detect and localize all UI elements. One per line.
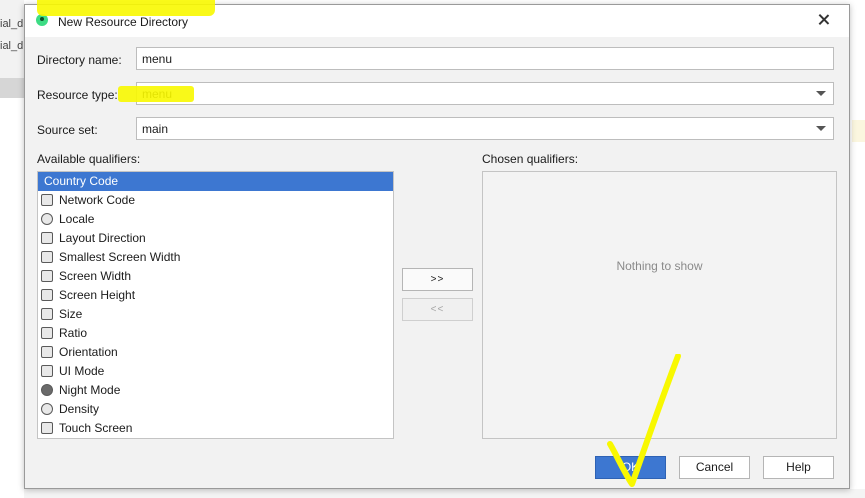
qualifier-item[interactable]: Screen Width <box>38 267 393 286</box>
source-set-value: main <box>142 122 169 136</box>
chevron-down-icon <box>816 126 826 131</box>
close-icon[interactable] <box>815 11 833 29</box>
qualifier-item[interactable]: Country Code <box>38 172 393 191</box>
qualifier-label: UI Mode <box>59 364 105 378</box>
qualifier-label: Ratio <box>59 326 88 340</box>
available-qualifiers-label: Available qualifiers: <box>37 152 141 166</box>
qualifier-label: Orientation <box>59 345 118 359</box>
dialog-title-bar: New Resource Directory <box>25 5 849 37</box>
available-qualifiers-list[interactable]: Country Code Network Code Locale Layout Dir… <box>37 171 394 439</box>
qualifier-label: Smallest Screen Width <box>59 250 181 264</box>
qualifier-label: Touch Screen <box>59 421 133 435</box>
screen-height-icon <box>41 289 53 301</box>
help-button[interactable]: Help <box>763 456 834 479</box>
qualifier-label: Density <box>59 402 100 416</box>
smallest-width-icon <box>41 251 53 263</box>
qualifier-item[interactable]: Smallest Screen Width <box>38 248 393 267</box>
qualifier-label: Screen Height <box>59 288 136 302</box>
globe-icon <box>41 213 53 225</box>
orientation-icon <box>41 346 53 358</box>
density-icon <box>41 403 53 415</box>
qualifier-item[interactable]: Ratio <box>38 324 393 343</box>
network-code-icon <box>41 194 53 206</box>
qualifier-item[interactable]: Layout Direction <box>38 229 393 248</box>
qualifier-item[interactable]: UI Mode <box>38 362 393 381</box>
qualifier-item[interactable]: Orientation <box>38 343 393 362</box>
chosen-qualifiers-list[interactable]: Nothing to show <box>482 171 837 439</box>
qualifier-label: Size <box>59 307 83 321</box>
resource-type-label: Resource type: <box>37 88 118 102</box>
background-editor-sidebar: ial_d ial_d <box>0 0 24 78</box>
empty-state-text: Nothing to show <box>616 259 703 273</box>
source-set-label: Source set: <box>37 123 98 137</box>
qualifier-item[interactable]: Network Code <box>38 191 393 210</box>
resource-type-dropdown[interactable]: menu <box>136 82 834 105</box>
qualifier-item[interactable]: Size <box>38 305 393 324</box>
qualifier-label: Network Code <box>59 193 136 207</box>
source-set-dropdown[interactable]: main <box>136 117 834 140</box>
qualifier-label: Country Code <box>44 174 119 188</box>
screen-width-icon <box>41 270 53 282</box>
dialog-title: New Resource Directory <box>58 15 189 29</box>
directory-name-field[interactable]: menu <box>136 47 834 70</box>
qualifier-label: Locale <box>59 212 95 226</box>
size-icon <box>41 308 53 320</box>
chosen-qualifiers-label: Chosen qualifiers: <box>482 152 579 166</box>
background-highlight <box>852 120 865 142</box>
background-editor-strip <box>24 489 865 498</box>
chevron-down-icon <box>816 91 826 96</box>
ratio-icon <box>41 327 53 339</box>
directory-name-value: menu <box>142 52 173 66</box>
add-qualifier-button[interactable]: >> <box>402 268 473 291</box>
qualifier-item[interactable]: Density <box>38 400 393 419</box>
layout-direction-icon <box>41 232 53 244</box>
ui-mode-icon <box>41 365 53 377</box>
directory-name-label: Directory name: <box>37 53 122 67</box>
remove-qualifier-button[interactable]: << <box>402 298 473 321</box>
android-studio-icon <box>36 14 48 26</box>
qualifier-label: Night Mode <box>59 383 121 397</box>
qualifier-item[interactable]: Night Mode <box>38 381 393 400</box>
background-file-fragment: ial_d <box>0 40 24 52</box>
qualifier-item[interactable]: Locale <box>38 210 393 229</box>
night-mode-icon <box>41 384 53 396</box>
qualifier-label: Screen Width <box>59 269 132 283</box>
qualifier-item[interactable]: Touch Screen <box>38 419 393 438</box>
resource-type-value: menu <box>142 87 173 101</box>
cancel-button[interactable]: Cancel <box>679 456 750 479</box>
new-resource-directory-dialog: New Resource Directory Directory name: m… <box>24 4 850 489</box>
background-bar <box>0 78 24 98</box>
ok-button[interactable]: OK <box>595 456 666 479</box>
background-file-fragment: ial_d <box>0 18 24 30</box>
touch-screen-icon <box>41 422 53 434</box>
qualifier-item[interactable]: Screen Height <box>38 286 393 305</box>
qualifier-label: Layout Direction <box>59 231 146 245</box>
